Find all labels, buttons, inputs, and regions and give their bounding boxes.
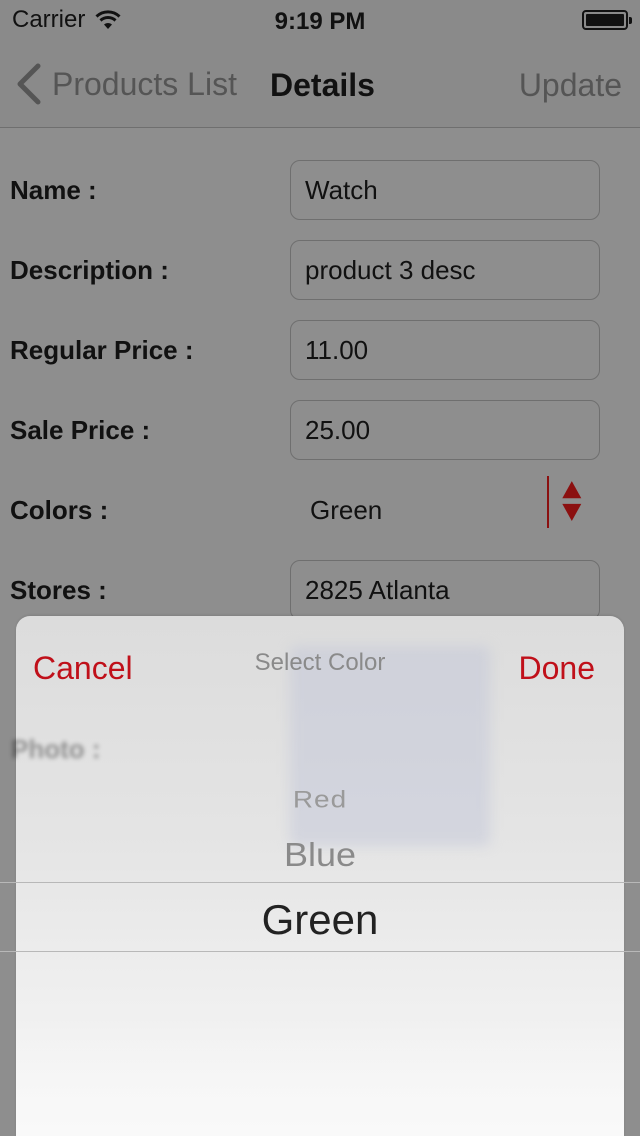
sale-price-label: Sale Price :: [10, 415, 151, 445]
regular-price-row: Regular Price : 11.00: [0, 320, 640, 400]
status-bar: Carrier 9:19 PM: [0, 0, 640, 40]
battery-fill: [586, 14, 624, 26]
stores-label: Stores :: [10, 575, 107, 605]
color-picker-sheet: Photo : Cancel Select Color Done Red Blu…: [0, 616, 640, 1136]
regular-price-field[interactable]: 11.00: [290, 320, 600, 380]
regular-price-label: Regular Price :: [10, 335, 194, 365]
status-time: 9:19 PM: [274, 8, 366, 35]
picker-option-green[interactable]: Green: [16, 896, 624, 944]
colors-label: Colors :: [10, 495, 109, 525]
navigation-bar: Products List Details Update: [0, 40, 640, 128]
done-button[interactable]: Done: [519, 650, 596, 687]
page-title: Details: [270, 67, 375, 103]
photo-label: Photo :: [11, 734, 101, 764]
description-label: Description :: [10, 255, 169, 285]
update-button[interactable]: Update: [519, 67, 622, 104]
chevron-left-icon: [17, 63, 41, 105]
stepper-arrows-icon[interactable]: [547, 476, 587, 528]
description-row: Description : product 3 desc: [0, 240, 640, 320]
name-label: Name :: [10, 175, 97, 205]
battery-icon: [582, 10, 632, 30]
sheet-fade: [16, 1016, 624, 1136]
back-button[interactable]: Products List: [14, 62, 237, 106]
picker-option-blue[interactable]: Blue: [16, 836, 624, 875]
picker-option-red[interactable]: Red: [16, 786, 624, 813]
name-row: Name : Watch: [0, 160, 640, 240]
stores-field[interactable]: 2825 Atlanta: [290, 560, 600, 620]
colors-value[interactable]: Green: [310, 480, 382, 540]
back-button-label: Products List: [52, 65, 237, 102]
description-field[interactable]: product 3 desc: [290, 240, 600, 300]
sale-price-row: Sale Price : 25.00: [0, 400, 640, 480]
name-field[interactable]: Watch: [290, 160, 600, 220]
sale-price-field[interactable]: 25.00: [290, 400, 600, 460]
colors-row: Colors : Green: [0, 476, 640, 560]
